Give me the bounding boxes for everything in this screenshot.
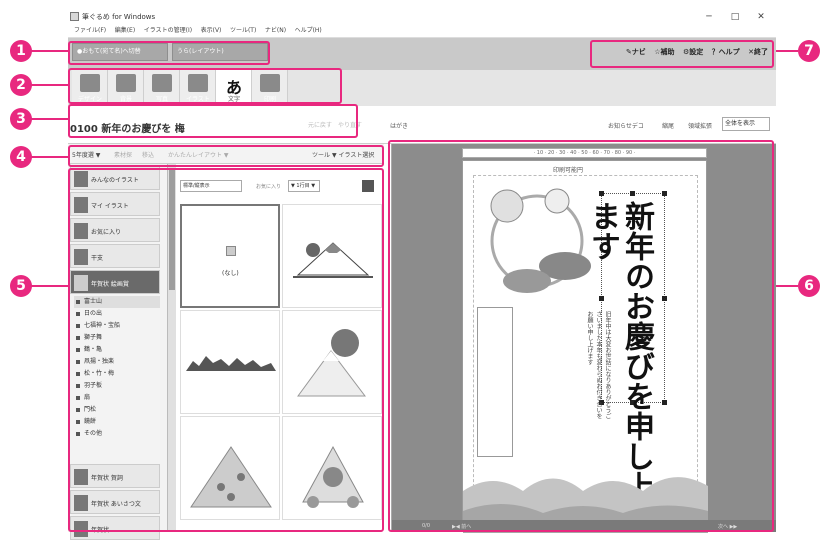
close-button[interactable]: ✕	[750, 10, 772, 24]
callout-4: 4	[10, 146, 32, 168]
callout-7: 7	[798, 40, 820, 62]
menu-navi[interactable]: ナビ(N)	[265, 24, 286, 38]
callout-6: 6	[798, 275, 820, 297]
area-expand-button[interactable]: 領域拡張	[688, 121, 712, 130]
callout-line	[30, 84, 68, 86]
zoom-select[interactable]: 全体を表示	[722, 117, 770, 131]
notice-deco-button[interactable]: お知らせデコ	[608, 121, 644, 130]
callout-box-4	[68, 145, 384, 167]
callout-line	[30, 285, 68, 287]
callout-line	[30, 118, 68, 120]
menu-edit[interactable]: 編集(E)	[115, 24, 135, 38]
callout-1: 1	[10, 40, 32, 62]
card-type-label: はがき	[390, 123, 409, 130]
menu-view[interactable]: 表示(V)	[201, 24, 222, 38]
minimize-button[interactable]: ─	[698, 10, 720, 24]
menu-help[interactable]: ヘルプ(H)	[295, 24, 322, 38]
callout-line	[776, 285, 798, 287]
callout-box-2	[68, 68, 342, 104]
callout-box-6	[388, 140, 774, 532]
menu-file[interactable]: ファイル(F)	[74, 24, 106, 38]
title-bar: 筆ぐるめ for Windows ─ □ ✕	[68, 10, 776, 24]
callout-box-5	[68, 168, 384, 532]
callout-box-1	[68, 41, 270, 65]
menu-illustration[interactable]: イラストの管理(I)	[144, 24, 192, 38]
callout-line	[776, 50, 798, 52]
maximize-button[interactable]: □	[724, 10, 746, 24]
callout-2: 2	[10, 74, 32, 96]
callout-box-3	[68, 104, 358, 138]
callout-5: 5	[10, 275, 32, 297]
callout-box-7	[590, 40, 774, 68]
shrink-button[interactable]: 縮尾	[662, 121, 674, 130]
callout-line	[30, 156, 68, 158]
app-icon	[70, 12, 79, 21]
callout-line	[30, 50, 68, 52]
callout-3: 3	[10, 108, 32, 130]
menu-bar: ファイル(F) 編集(E) イラストの管理(I) 表示(V) ツール(T) ナビ…	[68, 24, 776, 38]
window-title: 筆ぐるめ for Windows	[82, 13, 156, 21]
menu-tool[interactable]: ツール(T)	[230, 24, 256, 38]
